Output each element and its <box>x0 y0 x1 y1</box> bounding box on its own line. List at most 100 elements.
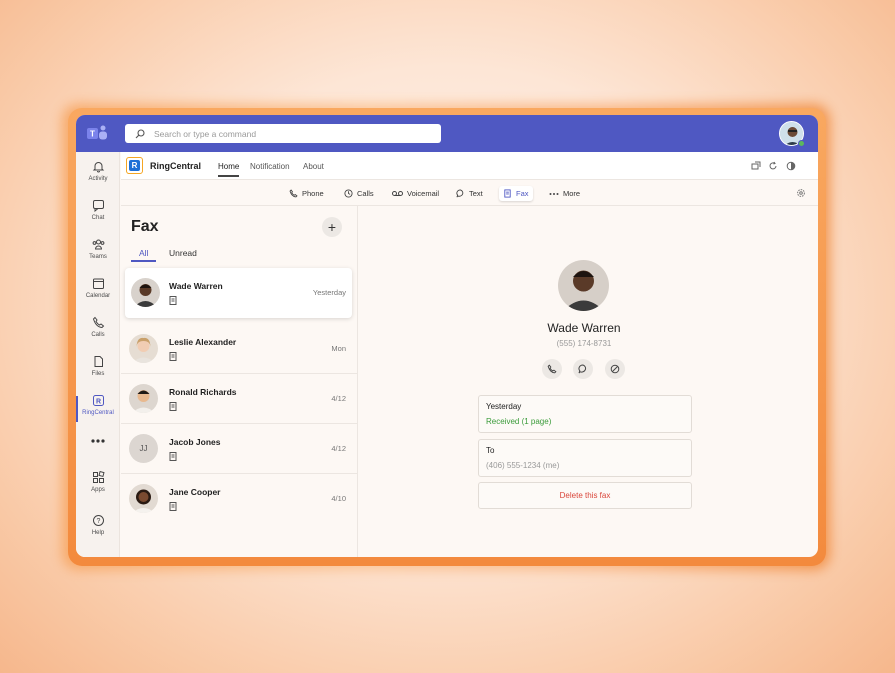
avatar <box>129 384 158 413</box>
fax-icon <box>169 452 177 461</box>
received-label: Yesterday <box>486 402 522 411</box>
to-number: (406) 555-1234 (me) <box>486 461 560 470</box>
delete-fax-button[interactable]: Delete this fax <box>478 482 692 509</box>
tab-notification[interactable]: Notification <box>250 162 290 171</box>
fax-icon <box>504 189 511 198</box>
search-icon <box>135 128 145 138</box>
fax-date: 4/10 <box>331 494 346 503</box>
rail-label: RingCentral <box>82 410 114 416</box>
contact-name: Jane Cooper <box>169 487 221 497</box>
presence-indicator <box>798 140 805 147</box>
nav-text[interactable]: Text <box>452 186 487 201</box>
search-input[interactable]: Search or type a command <box>125 124 441 143</box>
rail-item-teams[interactable]: Teams <box>76 238 120 272</box>
received-card: Yesterday Received (1 page) <box>478 395 692 433</box>
contact-avatar <box>558 260 609 311</box>
list-item[interactable]: Ronald Richards 4/12 <box>121 374 358 424</box>
rail-item-chat[interactable]: Chat <box>76 199 120 233</box>
ringcentral-icon: R <box>92 395 104 406</box>
contact-phone: (555) 174-8731 <box>556 339 612 348</box>
voicemail-icon <box>392 191 403 196</box>
bell-icon <box>92 162 104 173</box>
rail-item-apps[interactable]: Apps <box>76 471 120 505</box>
block-button[interactable] <box>605 359 625 379</box>
tab-home[interactable]: Home <box>218 162 240 177</box>
nav-fax[interactable]: Fax <box>499 186 533 201</box>
rail-label: Activity <box>88 176 108 182</box>
contact-name: Wade Warren <box>547 321 621 335</box>
nav-calls[interactable]: Calls <box>340 186 378 201</box>
svg-text:?: ? <box>96 518 100 525</box>
more-icon <box>91 439 105 443</box>
ringcentral-logo-icon: R <box>126 157 143 174</box>
app-name: RingCentral <box>150 161 202 171</box>
contact-name: Leslie Alexander <box>169 337 237 347</box>
avatar-initials: JJ <box>129 434 158 463</box>
rail-item-help[interactable]: ? Help <box>76 514 120 548</box>
svg-text:R: R <box>95 399 100 406</box>
list-item[interactable]: Leslie Alexander Mon <box>121 324 358 374</box>
nav-label: More <box>563 189 581 198</box>
title-bar: T Search or type a command <box>76 115 818 152</box>
rail-label: Calls <box>91 332 105 338</box>
rail-item-activity[interactable]: Activity <box>76 160 120 194</box>
message-button[interactable] <box>573 359 593 379</box>
to-label: To <box>486 446 495 455</box>
list-item[interactable]: JJ Jacob Jones 4/12 <box>121 424 358 474</box>
rail-item-more[interactable] <box>76 438 120 472</box>
app-header: R RingCentral Home Notification About <box>121 152 818 180</box>
nav-label: Fax <box>516 189 529 198</box>
avatar <box>129 484 158 513</box>
teams-logo-icon: T <box>87 125 107 140</box>
file-icon <box>94 356 103 367</box>
nav-more[interactable]: More <box>545 186 584 201</box>
nav-label: Phone <box>302 189 324 198</box>
rail-item-files[interactable]: Files <box>76 355 120 389</box>
teams-icon <box>92 239 104 250</box>
new-fax-button[interactable]: + <box>322 217 342 237</box>
call-button[interactable] <box>542 359 562 379</box>
avatar <box>131 278 160 307</box>
rail-label: Teams <box>89 254 107 260</box>
delete-label: Delete this fax <box>559 491 611 500</box>
phone-icon <box>547 364 557 374</box>
teams-window: T Search or type a command Activity Chat… <box>76 115 818 557</box>
window-frame: T Search or type a command Activity Chat… <box>68 108 826 566</box>
tab-about[interactable]: About <box>303 162 324 171</box>
list-item[interactable]: Jane Cooper 4/10 <box>121 474 358 524</box>
fax-date: Yesterday <box>312 288 346 297</box>
info-icon[interactable] <box>786 161 796 171</box>
filter-all[interactable]: All <box>139 248 148 258</box>
nav-phone[interactable]: Phone <box>285 186 328 201</box>
rail-label: Chat <box>91 215 105 221</box>
message-icon <box>578 364 587 374</box>
clock-icon <box>344 189 353 198</box>
received-status: Received (1 page) <box>486 417 552 426</box>
nav-label: Calls <box>357 189 374 198</box>
list-item[interactable]: Wade Warren Yesterday <box>125 268 352 318</box>
svg-text:T: T <box>90 130 95 139</box>
chat-icon <box>92 200 104 212</box>
popout-icon[interactable] <box>751 161 761 171</box>
search-placeholder: Search or type a command <box>154 128 257 139</box>
avatar <box>129 334 158 363</box>
contact-name: Wade Warren <box>169 281 223 291</box>
message-icon <box>456 189 464 198</box>
fax-date: Mon <box>331 344 346 353</box>
gear-icon[interactable] <box>796 188 806 198</box>
fax-date: 4/12 <box>331 394 346 403</box>
rail-label: Apps <box>91 487 105 493</box>
phone-icon <box>289 189 298 198</box>
nav-label: Text <box>469 189 483 198</box>
plus-icon: + <box>327 219 337 235</box>
fax-icon <box>169 502 177 511</box>
rail-item-ringcentral[interactable]: R RingCentral <box>76 394 120 428</box>
list-title: Fax <box>131 218 159 235</box>
rail-item-calendar[interactable]: Calendar <box>76 277 120 311</box>
nav-voicemail[interactable]: Voicemail <box>388 186 443 201</box>
filter-unread[interactable]: Unread <box>169 248 197 258</box>
refresh-icon[interactable] <box>768 161 778 171</box>
fax-icon <box>169 296 177 305</box>
rail-item-calls[interactable]: Calls <box>76 316 120 350</box>
help-icon: ? <box>92 515 104 526</box>
